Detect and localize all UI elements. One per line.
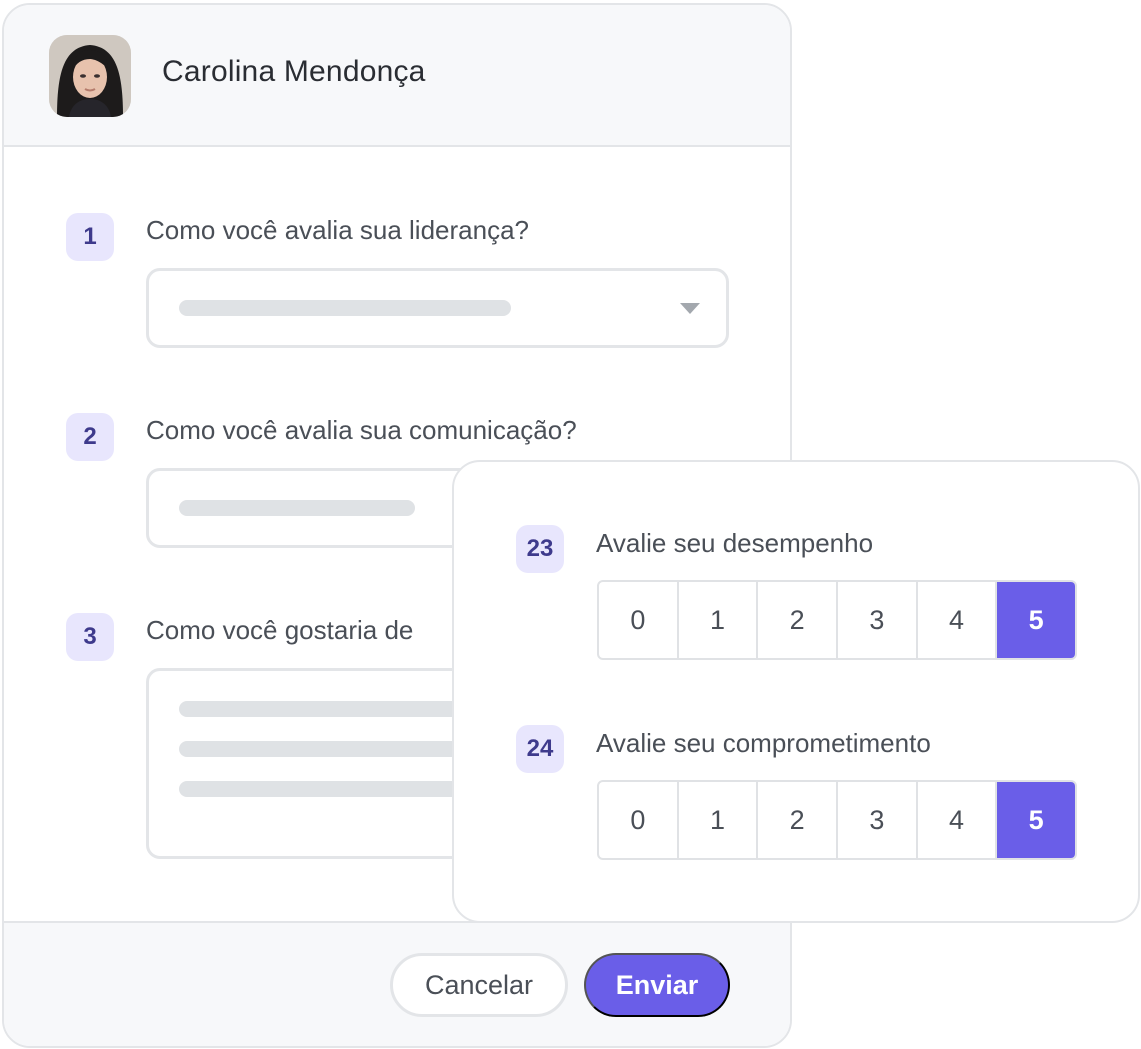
placeholder-bar xyxy=(179,500,415,516)
form-header: Carolina Mendonça xyxy=(4,5,790,147)
question-text: Como você avalia sua liderança? xyxy=(146,215,529,245)
rating-card: 23 Avalie seu desempenho 0 1 2 3 4 5 24 … xyxy=(452,460,1140,923)
rating-question-text: Avalie seu desempenho xyxy=(596,528,874,558)
question-number-badge: 2 xyxy=(66,413,114,461)
caret-down-icon xyxy=(680,303,700,314)
rating-option[interactable]: 0 xyxy=(599,782,679,858)
rating-option[interactable]: 4 xyxy=(918,582,998,658)
rating-option[interactable]: 3 xyxy=(838,782,918,858)
avatar xyxy=(49,35,131,117)
user-name: Carolina Mendonça xyxy=(162,55,426,88)
question-text: Como você gostaria de xyxy=(146,615,414,645)
question-number-badge: 24 xyxy=(516,725,564,773)
rating-option[interactable]: 0 xyxy=(599,582,679,658)
placeholder-bar xyxy=(179,300,511,316)
question-number-badge: 1 xyxy=(66,213,114,261)
cancel-button[interactable]: Cancelar xyxy=(390,953,568,1017)
rating-option[interactable]: 2 xyxy=(758,582,839,658)
rating-option[interactable]: 3 xyxy=(838,582,918,658)
rating-option[interactable]: 1 xyxy=(679,582,759,658)
rating-option-selected[interactable]: 5 xyxy=(997,782,1075,858)
avatar-portrait xyxy=(49,35,131,117)
leadership-dropdown[interactable] xyxy=(146,268,729,348)
question-text: Como você avalia sua comunicação? xyxy=(146,415,577,445)
commitment-rating-scale: 0 1 2 3 4 5 xyxy=(597,780,1077,860)
rating-question-text: Avalie seu comprometimento xyxy=(596,728,931,758)
form-footer: Cancelar Enviar xyxy=(4,921,790,1046)
question-number-badge: 23 xyxy=(516,525,564,573)
submit-button[interactable]: Enviar xyxy=(584,953,730,1017)
rating-option-selected[interactable]: 5 xyxy=(997,582,1075,658)
performance-rating-scale: 0 1 2 3 4 5 xyxy=(597,580,1077,660)
question-number-badge: 3 xyxy=(66,613,114,661)
rating-option[interactable]: 4 xyxy=(918,782,998,858)
rating-option[interactable]: 2 xyxy=(758,782,839,858)
rating-option[interactable]: 1 xyxy=(679,782,759,858)
